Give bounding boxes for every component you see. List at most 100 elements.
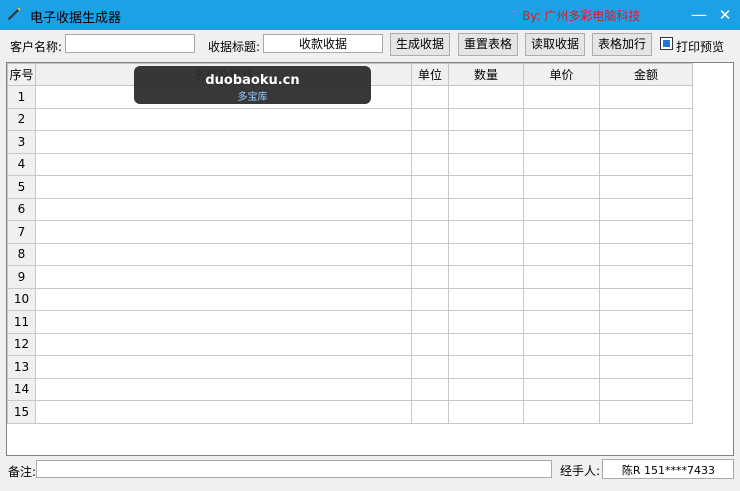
row-number-cell[interactable]: 9 — [7, 265, 36, 289]
cell-amount[interactable] — [599, 242, 693, 266]
cell-quantity[interactable] — [448, 355, 524, 379]
cell-quantity[interactable] — [448, 197, 524, 221]
cell-quantity[interactable] — [448, 220, 524, 244]
cell-quantity[interactable] — [448, 332, 524, 356]
column-header-unit[interactable]: 单位 — [411, 63, 449, 86]
cell-unit[interactable] — [411, 400, 449, 424]
cell-unit-price[interactable] — [523, 377, 600, 401]
cell-amount[interactable] — [599, 287, 693, 311]
minimize-button[interactable]: — — [688, 4, 710, 26]
cell-quantity[interactable] — [448, 265, 524, 289]
cell-unit-price[interactable] — [523, 175, 600, 199]
row-number-cell[interactable]: 8 — [7, 242, 36, 266]
cell-quantity[interactable] — [448, 107, 524, 131]
column-header-unit-price[interactable]: 单价 — [523, 63, 600, 86]
column-header-amount[interactable]: 金额 — [599, 63, 693, 86]
cell-unit[interactable] — [411, 265, 449, 289]
cell-name[interactable] — [35, 377, 412, 401]
read-receipt-button[interactable]: 读取收据 — [525, 33, 585, 56]
row-number-cell[interactable]: 13 — [7, 355, 36, 379]
cell-name[interactable] — [35, 265, 412, 289]
row-number-cell[interactable]: 7 — [7, 220, 36, 244]
row-number-cell[interactable]: 4 — [7, 152, 36, 176]
cell-name[interactable] — [35, 130, 412, 154]
cell-name[interactable] — [35, 107, 412, 131]
cell-amount[interactable] — [599, 220, 693, 244]
cell-unit[interactable] — [411, 310, 449, 334]
cell-name[interactable] — [35, 152, 412, 176]
cell-unit-price[interactable] — [523, 152, 600, 176]
cell-unit-price[interactable] — [523, 332, 600, 356]
cell-amount[interactable] — [599, 85, 693, 109]
cell-unit[interactable] — [411, 242, 449, 266]
row-number-cell[interactable]: 14 — [7, 377, 36, 401]
cell-amount[interactable] — [599, 130, 693, 154]
cell-amount[interactable] — [599, 152, 693, 176]
cell-amount[interactable] — [599, 355, 693, 379]
cell-amount[interactable] — [599, 377, 693, 401]
cell-unit[interactable] — [411, 197, 449, 221]
cell-unit-price[interactable] — [523, 310, 600, 334]
cell-quantity[interactable] — [448, 287, 524, 311]
cell-name[interactable] — [35, 197, 412, 221]
cell-name[interactable] — [35, 400, 412, 424]
row-number-cell[interactable]: 5 — [7, 175, 36, 199]
cell-amount[interactable] — [599, 265, 693, 289]
close-button[interactable]: ✕ — [714, 4, 736, 26]
generate-receipt-button[interactable]: 生成收据 — [390, 33, 450, 56]
row-number-cell[interactable]: 11 — [7, 310, 36, 334]
cell-unit-price[interactable] — [523, 242, 600, 266]
cell-unit[interactable] — [411, 152, 449, 176]
cell-name[interactable] — [35, 287, 412, 311]
row-number-cell[interactable]: 10 — [7, 287, 36, 311]
row-number-cell[interactable]: 15 — [7, 400, 36, 424]
row-number-cell[interactable]: 6 — [7, 197, 36, 221]
cell-unit-price[interactable] — [523, 85, 600, 109]
cell-unit[interactable] — [411, 332, 449, 356]
cell-amount[interactable] — [599, 175, 693, 199]
cell-unit-price[interactable] — [523, 355, 600, 379]
cell-unit-price[interactable] — [523, 287, 600, 311]
cell-unit-price[interactable] — [523, 107, 600, 131]
column-header-quantity[interactable]: 数量 — [448, 63, 524, 86]
cell-quantity[interactable] — [448, 85, 524, 109]
cell-unit-price[interactable] — [523, 130, 600, 154]
cell-quantity[interactable] — [448, 152, 524, 176]
cell-unit-price[interactable] — [523, 265, 600, 289]
note-input[interactable] — [36, 460, 552, 478]
cell-name[interactable] — [35, 220, 412, 244]
row-number-cell[interactable]: 1 — [7, 85, 36, 109]
customer-name-input[interactable] — [65, 34, 195, 53]
cell-unit[interactable] — [411, 220, 449, 244]
cell-unit[interactable] — [411, 355, 449, 379]
cell-unit[interactable] — [411, 85, 449, 109]
cell-amount[interactable] — [599, 310, 693, 334]
row-number-cell[interactable]: 12 — [7, 332, 36, 356]
cell-quantity[interactable] — [448, 175, 524, 199]
cell-unit[interactable] — [411, 287, 449, 311]
row-number-cell[interactable]: 2 — [7, 107, 36, 131]
cell-unit[interactable] — [411, 175, 449, 199]
receipt-grid[interactable]: 序号 名称及规格 单位 数量 单价 金额 1234567891011121314… — [6, 62, 734, 456]
cell-amount[interactable] — [599, 197, 693, 221]
cell-unit[interactable] — [411, 130, 449, 154]
cell-name[interactable] — [35, 332, 412, 356]
title-bar[interactable]: 电子收据生成器 By: 广州多彩电脑科技 — ✕ — [0, 0, 740, 30]
cell-name[interactable] — [35, 242, 412, 266]
cell-name[interactable] — [35, 175, 412, 199]
cell-unit-price[interactable] — [523, 400, 600, 424]
cell-unit-price[interactable] — [523, 220, 600, 244]
cell-unit-price[interactable] — [523, 197, 600, 221]
cell-name[interactable] — [35, 310, 412, 334]
column-header-index[interactable]: 序号 — [7, 63, 36, 86]
cell-unit[interactable] — [411, 107, 449, 131]
cell-quantity[interactable] — [448, 310, 524, 334]
handler-field[interactable]: 陈R 151****7433 — [602, 459, 734, 479]
add-row-button[interactable]: 表格加行 — [592, 33, 652, 56]
print-preview-label[interactable]: 打印预览 — [676, 38, 724, 55]
print-preview-checkbox[interactable] — [660, 37, 673, 50]
cell-amount[interactable] — [599, 400, 693, 424]
cell-amount[interactable] — [599, 107, 693, 131]
cell-quantity[interactable] — [448, 377, 524, 401]
reset-table-button[interactable]: 重置表格 — [458, 33, 518, 56]
